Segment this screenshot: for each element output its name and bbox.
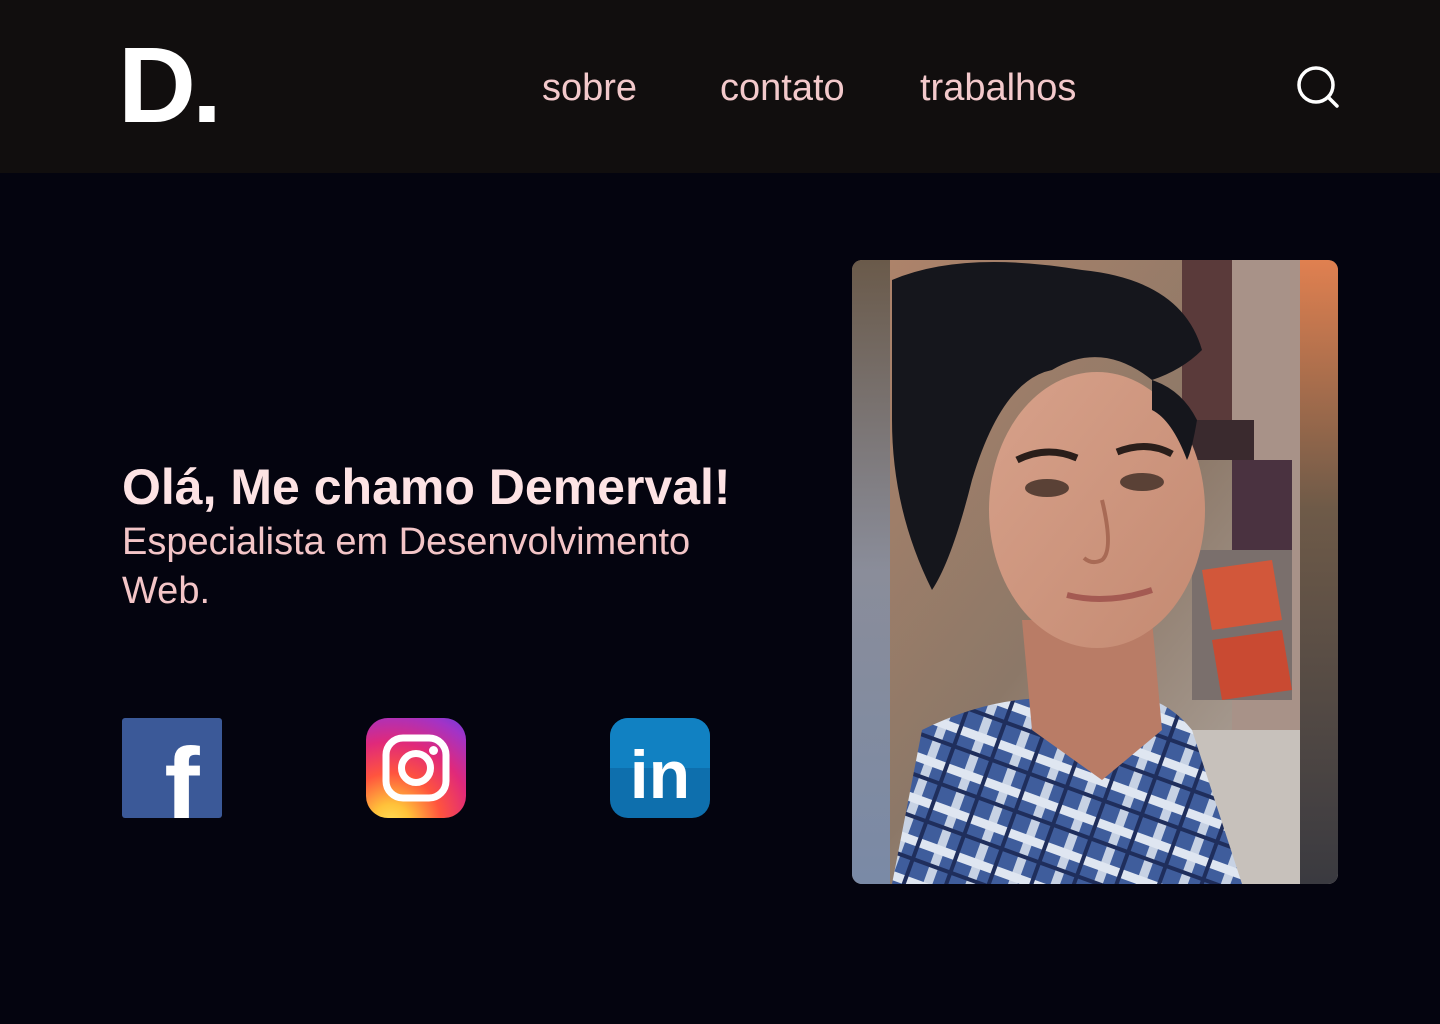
hero-title: Olá, Me chamo Demerval!	[122, 459, 731, 515]
nav-link-contato[interactable]: contato	[720, 66, 845, 110]
facebook-link[interactable]: f	[122, 718, 222, 845]
instagram-icon	[366, 718, 466, 818]
instagram-link[interactable]	[366, 718, 466, 818]
linkedin-link[interactable]: in	[610, 718, 710, 818]
search-button[interactable]	[1292, 62, 1342, 112]
site-logo[interactable]: D.	[118, 30, 222, 140]
facebook-icon: f	[122, 718, 222, 845]
linkedin-icon: in	[610, 718, 710, 818]
linkedin-letters: in	[630, 737, 690, 813]
profile-photo	[852, 260, 1338, 884]
site-header: D. sobre contato trabalhos	[0, 0, 1440, 173]
hero-subtitle: Especialista em Desenvolvimento Web.	[122, 521, 691, 612]
nav-link-trabalhos[interactable]: trabalhos	[920, 66, 1076, 110]
search-icon	[1297, 66, 1339, 108]
nav-link-sobre[interactable]: sobre	[542, 66, 637, 110]
facebook-letter: f	[164, 727, 200, 818]
